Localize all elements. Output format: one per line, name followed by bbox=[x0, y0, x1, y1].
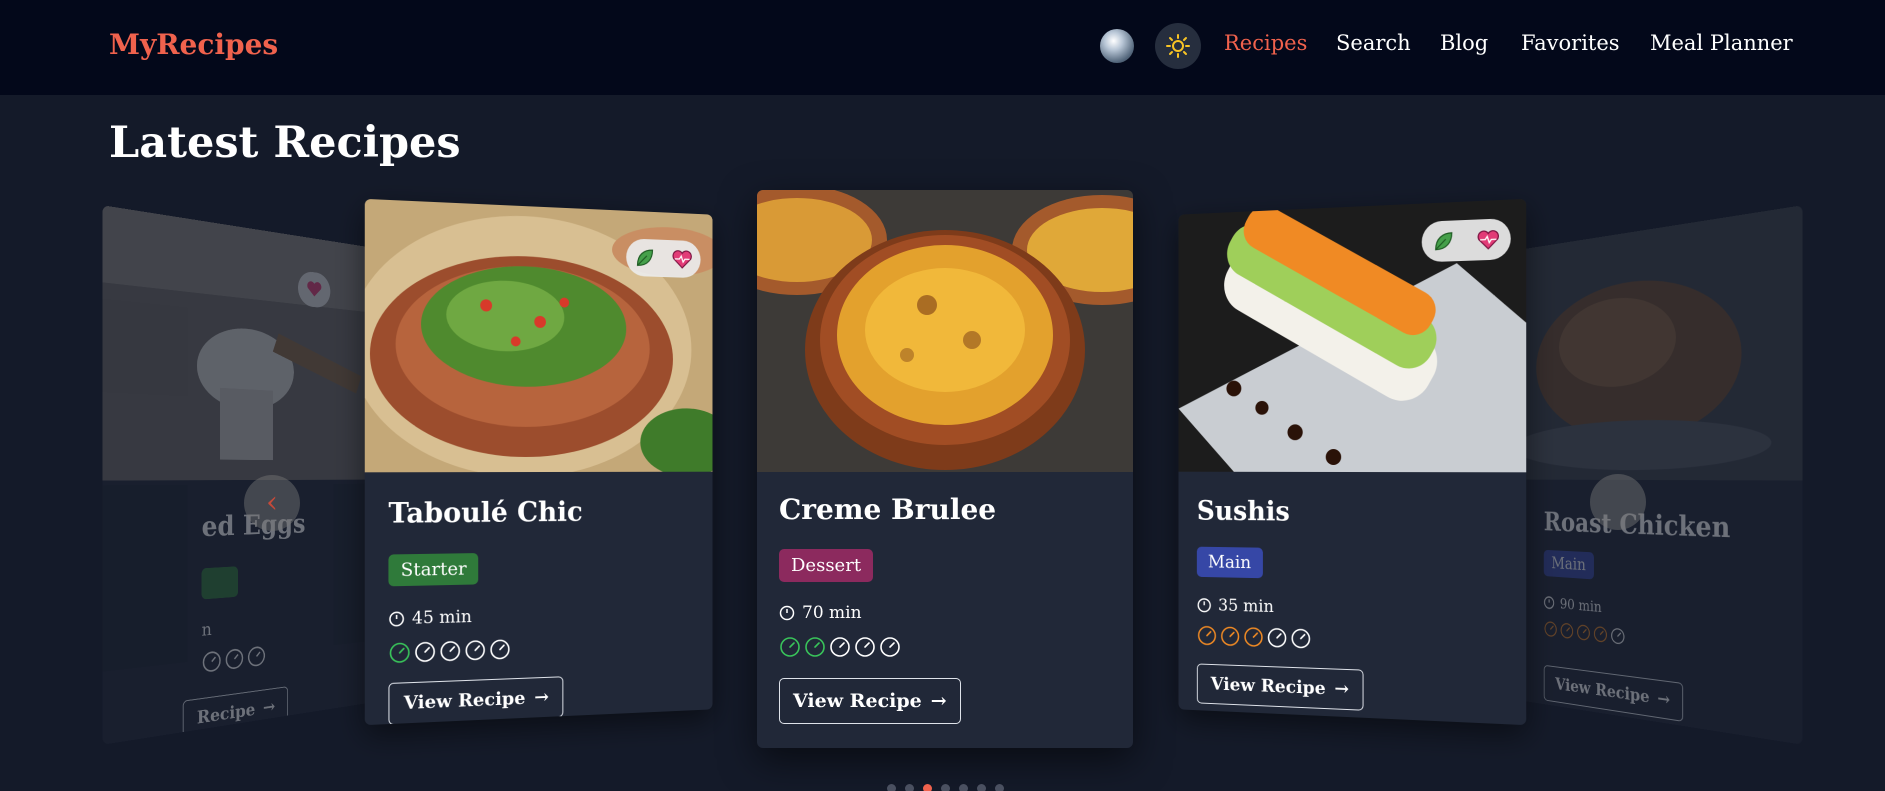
pagination-dot[interactable] bbox=[977, 784, 986, 791]
time-row: 90 min bbox=[1544, 594, 1602, 616]
difficulty-rating bbox=[388, 638, 510, 669]
carousel-prev-button[interactable]: ‹ bbox=[244, 475, 300, 531]
time-row: n bbox=[202, 619, 212, 641]
recipe-card[interactable]: Taboulé Chic Starter 45 min View Recipe … bbox=[364, 198, 713, 726]
time-value: 35 min bbox=[1218, 595, 1274, 617]
pagination-dot[interactable] bbox=[941, 784, 950, 791]
time-row: 45 min bbox=[388, 606, 472, 630]
gauge-icon bbox=[489, 638, 511, 665]
gauge-icon bbox=[1610, 627, 1625, 650]
recipe-photo bbox=[102, 205, 391, 481]
time-row: 35 min bbox=[1197, 595, 1274, 617]
nav-link-favorites[interactable]: Favorites bbox=[1521, 31, 1620, 55]
view-recipe-button[interactable]: View Recipe → bbox=[779, 678, 961, 724]
gauge-icon bbox=[1197, 625, 1217, 651]
clock-icon bbox=[1544, 596, 1555, 610]
recipe-card[interactable]: Creme Brulee Dessert 70 min View Recipe … bbox=[757, 190, 1133, 748]
category-badge: Main bbox=[1196, 546, 1263, 579]
gauge-icon bbox=[1220, 625, 1240, 651]
pagination-dot[interactable] bbox=[959, 784, 968, 791]
view-recipe-button[interactable]: View Recipe → bbox=[388, 676, 564, 726]
heart-pulse-icon bbox=[307, 280, 322, 298]
category-badge: Main bbox=[1543, 549, 1594, 580]
time-value: n bbox=[201, 619, 212, 641]
clock-icon bbox=[388, 611, 404, 628]
difficulty-rating bbox=[202, 644, 266, 674]
time-row: 70 min bbox=[779, 603, 862, 623]
time-value: 70 min bbox=[802, 603, 862, 623]
nav-link-meal-planner[interactable]: Meal Planner bbox=[1650, 31, 1793, 55]
arrow-right-icon: → bbox=[1657, 688, 1671, 711]
gauge-icon bbox=[1243, 626, 1264, 652]
leaf-icon bbox=[634, 247, 655, 269]
pagination-dot[interactable] bbox=[905, 784, 914, 791]
section-title: Latest Recipes bbox=[109, 118, 461, 168]
gauge-icon bbox=[829, 636, 851, 662]
gauge-icon bbox=[1290, 627, 1311, 653]
gauge-icon bbox=[854, 636, 876, 662]
recipe-photo bbox=[757, 190, 1133, 472]
clock-icon bbox=[779, 605, 795, 621]
gauge-icon bbox=[1560, 622, 1574, 644]
leaf-icon bbox=[1432, 230, 1454, 253]
recipe-photo bbox=[1514, 205, 1803, 481]
pagination-dot[interactable] bbox=[923, 784, 932, 791]
difficulty-rating bbox=[779, 636, 901, 662]
time-value: 45 min bbox=[411, 606, 472, 629]
carousel-pagination bbox=[887, 784, 1004, 791]
arrow-right-icon: → bbox=[262, 696, 276, 719]
heart-pulse-icon bbox=[1476, 228, 1500, 251]
recipe-carousel: ed Eggs n Recipe → Roast Chicken Main 90… bbox=[0, 180, 1885, 750]
nav-link-blog[interactable]: Blog bbox=[1440, 31, 1488, 55]
view-recipe-button[interactable]: Recipe → bbox=[182, 686, 288, 741]
gauge-icon bbox=[414, 640, 436, 667]
gauge-icon bbox=[804, 636, 826, 662]
heart-pulse-icon bbox=[671, 248, 693, 270]
arrow-right-icon: → bbox=[930, 690, 947, 712]
gauge-icon bbox=[439, 640, 461, 667]
difficulty-rating bbox=[1544, 620, 1626, 650]
recipe-card[interactable]: ed Eggs n Recipe → bbox=[102, 205, 391, 745]
gauge-icon bbox=[879, 636, 901, 662]
user-avatar[interactable] bbox=[1100, 29, 1134, 63]
time-value: 90 min bbox=[1559, 595, 1602, 616]
nav-link-search[interactable]: Search bbox=[1336, 31, 1411, 55]
recipe-icon-pill bbox=[1421, 218, 1511, 263]
nav-link-recipes[interactable]: Recipes bbox=[1224, 31, 1307, 55]
view-recipe-button[interactable]: View Recipe → bbox=[1196, 663, 1364, 711]
gauge-icon bbox=[1593, 625, 1608, 648]
recipe-title: Creme Brulee bbox=[779, 493, 997, 526]
chevron-left-icon: ‹ bbox=[266, 485, 278, 520]
top-navbar: MyRecipes Recipes Search Blog Favorites … bbox=[0, 0, 1885, 95]
arrow-right-icon: → bbox=[534, 686, 549, 709]
gauge-icon bbox=[388, 641, 410, 668]
category-badge: Dessert bbox=[779, 549, 874, 582]
gauge-icon bbox=[1544, 620, 1558, 642]
carousel-next-button[interactable] bbox=[1590, 474, 1646, 530]
recipe-card[interactable]: Sushis Main 35 min View Recipe → bbox=[1178, 198, 1527, 726]
recipe-card[interactable]: Roast Chicken Main 90 min View Recipe → bbox=[1514, 205, 1803, 745]
recipe-icon-pill bbox=[626, 238, 701, 279]
theme-toggle-button[interactable] bbox=[1155, 23, 1201, 69]
recipe-title: Taboulé Chic bbox=[388, 496, 583, 530]
gauge-icon bbox=[202, 649, 222, 674]
gauge-icon bbox=[225, 647, 245, 672]
sun-icon bbox=[1166, 34, 1190, 58]
arrow-right-icon: → bbox=[1334, 678, 1349, 701]
pagination-dot[interactable] bbox=[995, 784, 1004, 791]
gauge-icon bbox=[464, 639, 486, 666]
category-badge: Starter bbox=[388, 553, 479, 587]
category-badge bbox=[201, 566, 239, 600]
gauge-icon bbox=[1576, 623, 1590, 646]
brand-logo[interactable]: MyRecipes bbox=[109, 28, 278, 61]
clock-icon bbox=[1197, 597, 1212, 613]
recipe-title: Sushis bbox=[1196, 496, 1290, 528]
gauge-icon bbox=[1267, 627, 1288, 653]
difficulty-rating bbox=[1197, 625, 1311, 654]
gauge-icon bbox=[247, 644, 266, 668]
pagination-dot[interactable] bbox=[887, 784, 896, 791]
gauge-icon bbox=[779, 636, 801, 662]
view-recipe-button[interactable]: View Recipe → bbox=[1543, 664, 1684, 722]
